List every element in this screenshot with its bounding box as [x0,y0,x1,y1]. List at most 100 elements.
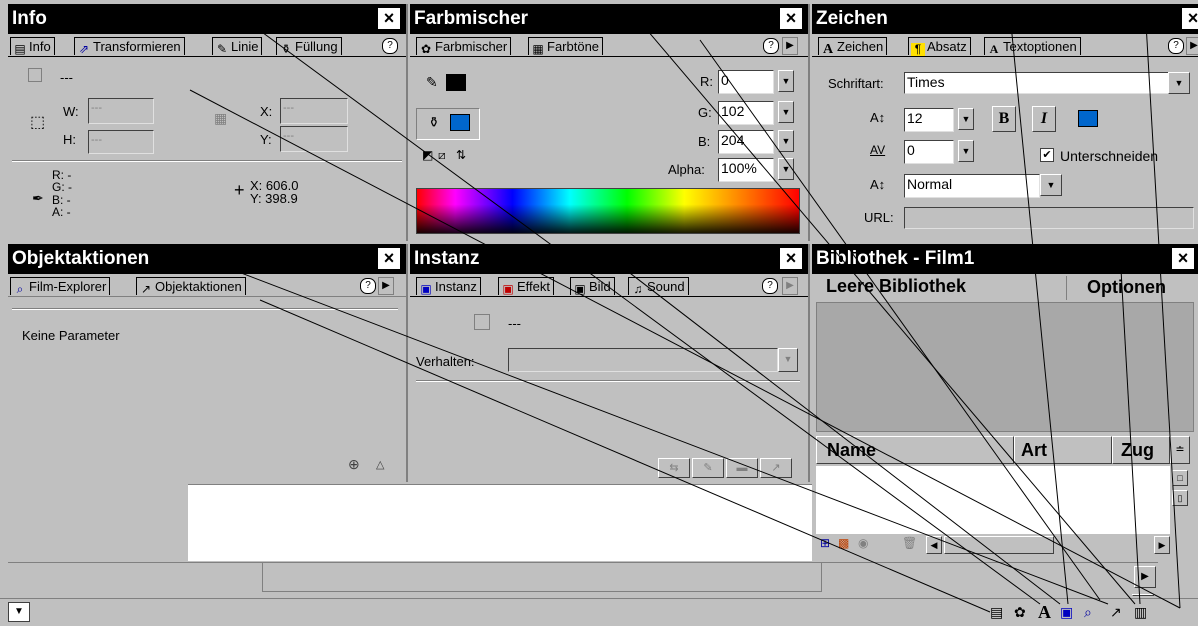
tracking-field[interactable]: 0 [904,140,954,164]
edit-symbol-button[interactable]: ✎ [692,458,724,478]
tab-film-explorer[interactable]: ⌕ Film-Explorer [10,277,111,296]
r-dropdown-button[interactable]: ▼ [778,70,794,92]
duplicate-symbol-button[interactable]: ▬ [726,458,758,478]
b-field[interactable]: 204 [718,130,774,154]
actions-close-button[interactable]: × [378,248,400,269]
color-spectrum-bar[interactable] [416,188,800,234]
b-dropdown-button[interactable]: ▼ [778,130,794,152]
instance-titlebar[interactable]: Instanz × [410,244,808,274]
character-close-button[interactable]: × [1182,8,1198,29]
tab-linie[interactable]: ✎ Linie [212,37,263,56]
library-scroll-right[interactable]: ▶ [1154,536,1170,554]
mixer-help-button[interactable]: ? [763,38,779,54]
edit-action-button[interactable]: ↗ [760,458,792,478]
library-titlebar[interactable]: Bibliothek - Film1 × [812,244,1198,274]
font-field[interactable]: Times [904,72,1170,94]
stage-horizontal-scrollbar[interactable] [262,562,822,592]
mixer-titlebar[interactable]: Farbmischer × [410,4,808,34]
launcher-instance-icon[interactable]: ▣ [1060,604,1073,621]
actions-titlebar[interactable]: Objektaktionen × [8,244,406,274]
library-item-list[interactable] [816,466,1170,534]
column-name-header[interactable]: Name [816,436,1014,464]
delete-icon[interactable]: 🗑 [902,536,917,550]
font-size-dropdown-button[interactable]: ▼ [958,108,974,130]
baseline-dropdown-button[interactable]: ▼ [1040,174,1062,196]
launcher-explorer-icon[interactable]: ⌕ [1084,604,1092,621]
status-menu-button[interactable]: ▼ [8,602,30,622]
tab-effekt[interactable]: ▣ Effekt [498,277,555,296]
tab-absatz[interactable]: ¶ Absatz [908,37,971,56]
mixer-options-button[interactable]: ▶ [782,37,798,55]
instance-options-button[interactable]: ▶ [782,277,798,295]
info-help-button[interactable]: ? [382,38,398,54]
behavior-dropdown[interactable] [508,348,778,372]
launcher-info-icon[interactable]: ▤ [990,604,1003,621]
properties-icon[interactable]: ◉ [858,536,868,550]
tab-instanz[interactable]: ▣ Instanz [416,277,481,296]
tab-transformieren[interactable]: ⇗ Transformieren [74,37,185,56]
alpha-dropdown-button[interactable]: ▼ [778,158,794,180]
g-dropdown-button[interactable]: ▼ [778,101,794,123]
tab-info[interactable]: ▤ Info [10,37,55,56]
instance-help-button[interactable]: ? [762,278,778,294]
tab-objektaktionen[interactable]: ↗ Objektaktionen [136,277,246,296]
actions-options-button[interactable]: ▶ [378,277,394,295]
fill-color-swatch[interactable] [450,114,470,131]
launcher-library-icon[interactable]: ▥ [1134,604,1147,621]
launcher-actions-icon[interactable]: ↗ [1110,604,1122,621]
info-titlebar[interactable]: Info × [8,4,406,34]
default-colors-icon[interactable]: ◩ [422,148,433,162]
library-scroll-thumb[interactable] [944,536,1054,554]
library-options-button[interactable]: Optionen [1066,276,1186,300]
tab-zeichen[interactable]: A Zeichen [818,37,888,57]
w-field[interactable]: --- [88,98,154,124]
tab-textoptionen[interactable]: A Textoptionen [984,37,1081,56]
font-size-field[interactable]: 12 [904,108,954,132]
alpha-field[interactable]: 100% [718,158,774,182]
g-field[interactable]: 102 [718,101,774,125]
new-symbol-icon[interactable]: ⊞ [820,536,830,550]
behavior-dropdown-button[interactable]: ▼ [778,348,798,372]
column-kind-header[interactable]: Art [1014,436,1112,464]
y-field[interactable]: --- [280,126,348,152]
character-titlebar[interactable]: Zeichen × [812,4,1198,34]
tracking-dropdown-button[interactable]: ▼ [958,140,974,162]
bold-button[interactable]: B [992,106,1016,132]
baseline-field[interactable]: Normal [904,174,1040,198]
launcher-character-icon[interactable]: A [1038,602,1051,623]
tab-farbmischer[interactable]: ✿ Farbmischer [416,37,512,56]
sort-order-icon[interactable]: ≐ [1170,436,1190,464]
mixer-close-button[interactable]: × [780,8,802,29]
narrow-view-button[interactable]: ▯ [1172,490,1188,506]
tab-bild[interactable]: ▣ Bild [570,277,615,296]
character-help-button[interactable]: ? [1168,38,1184,54]
wide-view-button[interactable]: □ [1172,470,1188,486]
kerning-checkbox[interactable]: ✔ [1040,148,1054,162]
tab-sound[interactable]: ♫ Sound [628,277,689,296]
stroke-color-swatch[interactable] [446,74,466,91]
tab-fuellung[interactable]: ⚱ Füllung [276,37,342,56]
stage-scroll-right-button[interactable]: ▶ [1134,566,1156,588]
target-icon[interactable]: ⊕ [348,456,360,473]
new-folder-icon[interactable]: ▩ [838,536,849,550]
actions-help-button[interactable]: ? [360,278,376,294]
no-color-icon[interactable]: ⧄ [438,148,446,163]
instance-close-button[interactable]: × [780,248,802,269]
font-dropdown-button[interactable]: ▼ [1168,72,1190,94]
text-color-swatch[interactable] [1078,110,1098,127]
h-field[interactable]: --- [88,130,154,154]
library-scroll-left[interactable]: ◀ [926,536,942,554]
library-close-button[interactable]: × [1172,248,1194,269]
swap-symbol-button[interactable]: ⇆ [658,458,690,478]
url-field[interactable] [904,207,1194,229]
x-field[interactable]: --- [280,98,348,124]
info-close-button[interactable]: × [378,8,400,29]
column-use-header[interactable]: Zug [1112,436,1170,464]
italic-button[interactable]: I [1032,106,1056,132]
character-options-button[interactable]: ▶ [1186,37,1198,55]
launcher-mixer-icon[interactable]: ✿ [1014,604,1026,621]
r-field[interactable]: 0 [718,70,774,94]
swap-colors-icon[interactable]: ⇅ [456,148,466,162]
stage-area[interactable] [188,484,812,561]
collapse-arrow-icon[interactable]: △ [376,458,384,471]
